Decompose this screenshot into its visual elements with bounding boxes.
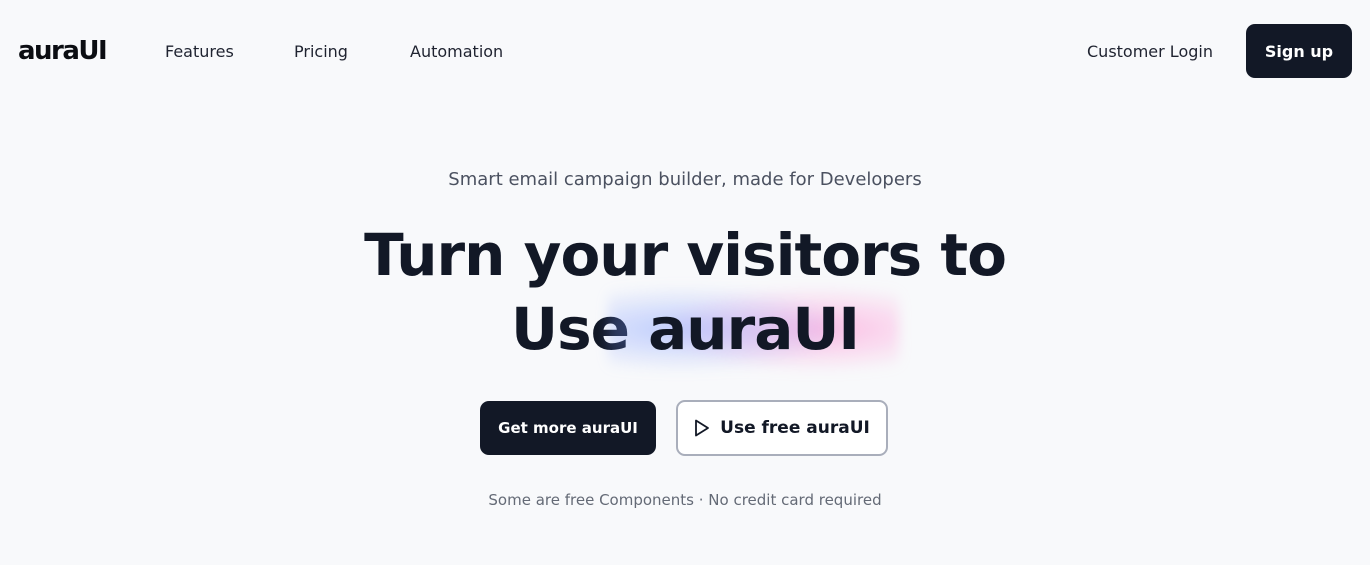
headline-highlight-text: auraUI <box>648 295 860 363</box>
hero-headline: Turn your visitors to Use auraUI <box>0 218 1370 386</box>
sign-up-button[interactable]: Sign up <box>1246 24 1352 78</box>
nav-link-pricing[interactable]: Pricing <box>294 42 348 62</box>
top-navigation: auraUI Features Pricing Automation Custo… <box>0 0 1370 104</box>
hero-tagline: Smart email campaign builder, made for D… <box>448 169 922 190</box>
nav-link-features[interactable]: Features <box>165 42 234 62</box>
headline-highlight: auraUI <box>608 272 900 386</box>
customer-login-link[interactable]: Customer Login <box>1087 42 1213 62</box>
play-icon <box>694 419 710 437</box>
get-more-button[interactable]: Get more auraUI <box>480 401 656 455</box>
use-free-button[interactable]: Use free auraUI <box>676 400 888 456</box>
hero-footnote: Some are free Components · No credit car… <box>488 491 882 509</box>
use-free-button-label: Use free auraUI <box>720 418 870 438</box>
brand-logo[interactable]: auraUI <box>18 36 108 66</box>
nav-link-automation[interactable]: Automation <box>410 42 503 62</box>
